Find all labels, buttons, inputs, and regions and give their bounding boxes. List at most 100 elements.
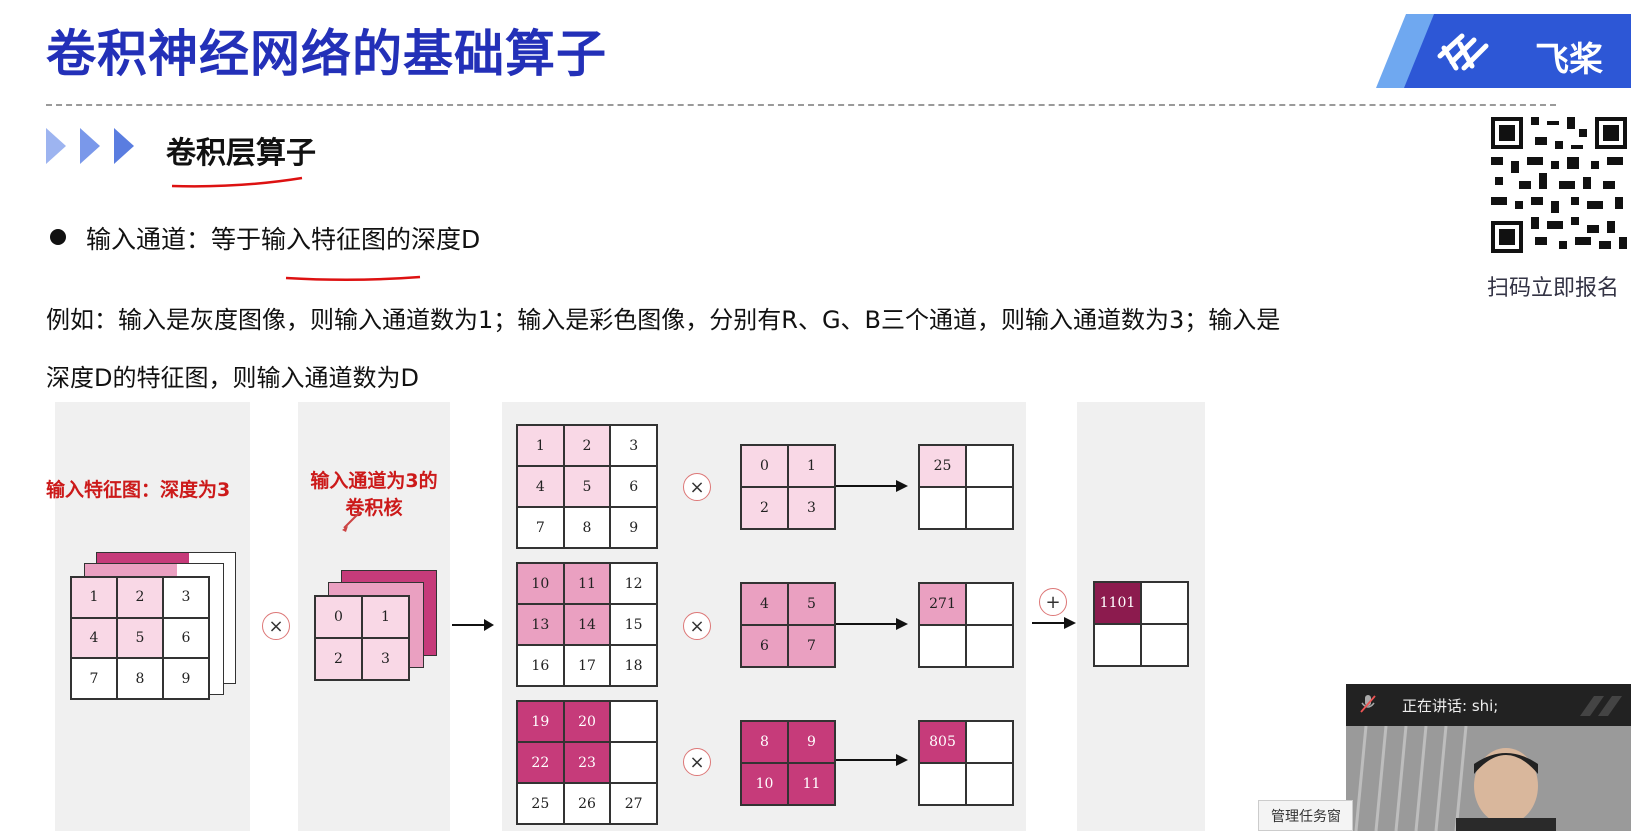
speaking-indicator: 正在讲话: shi; [1402, 697, 1499, 715]
k2-cell: 5 [788, 583, 835, 625]
input-cell: 1 [71, 577, 117, 618]
multiply-icon: × [683, 748, 711, 776]
ch2-cell: 15 [610, 604, 657, 645]
final-cell: 1101 [1094, 582, 1141, 624]
kernel-cell: 3 [362, 638, 409, 680]
annotation-underline [171, 176, 303, 188]
k3-cell: 10 [741, 763, 788, 805]
signal-icon [1580, 696, 1622, 716]
k1-cell: 0 [741, 445, 788, 487]
example-line-1: 例如：输入是灰度图像，则输入通道数为1；输入是彩色图像，分别有R、G、B三个通道… [46, 306, 1281, 334]
section-subtitle: 卷积层算子 [166, 136, 316, 171]
k2-cell: 6 [741, 625, 788, 667]
ch1-cell: 4 [517, 466, 564, 507]
k3-cell: 8 [741, 721, 788, 763]
arrow-right-icon [836, 618, 908, 630]
k3-cell: 9 [788, 721, 835, 763]
out1-cell: 25 [919, 445, 966, 487]
input-cell: 4 [71, 617, 117, 659]
input-cell: 6 [163, 617, 209, 659]
input-grid: 1 2 3 4 5 6 7 8 9 [70, 576, 210, 700]
k3-cell: 11 [788, 763, 835, 805]
out2-cell: 271 [919, 583, 966, 625]
out2-cell [966, 625, 1013, 667]
arrow-right-icon [836, 480, 908, 492]
ch1-cell: 6 [610, 466, 657, 507]
ch3-cell: 27 [610, 783, 657, 824]
output-1-grid: 25 [918, 444, 1014, 530]
channel-2-grid: 10 11 12 13 14 15 16 17 18 [516, 562, 658, 687]
final-cell [1141, 582, 1188, 624]
kernel-grid: 0 1 2 3 [314, 595, 410, 681]
ch3-cell: 20 [563, 701, 611, 742]
kernel-label: 输入通道为3的 卷积核 [300, 466, 448, 520]
multiply-icon: × [683, 612, 711, 640]
channel-3-grid: 19 20 22 23 25 26 27 [516, 700, 658, 825]
multiply-icon: × [262, 612, 290, 640]
ch3-cell: 22 [517, 742, 564, 783]
k2-cell: 4 [741, 583, 788, 625]
ch2-cell: 17 [563, 645, 611, 686]
final-cell [1141, 624, 1188, 666]
output-3-grid: 805 [918, 720, 1014, 806]
kernel-3-grid: 8 9 10 11 [740, 720, 836, 806]
slide-title: 卷积神经网络的基础算子 [46, 25, 607, 83]
k1-cell: 2 [741, 487, 788, 529]
out3-cell [966, 763, 1013, 805]
input-cell: 5 [117, 617, 163, 659]
kernel-2-grid: 4 5 6 7 [740, 582, 836, 668]
ch2-cell: 10 [517, 563, 564, 604]
arrow-right-icon [836, 754, 908, 766]
out1-cell [966, 487, 1013, 529]
out3-cell: 805 [919, 721, 966, 763]
ch3-cell [610, 742, 657, 783]
manage-tasks-button[interactable]: 管理任务窗 [1258, 800, 1353, 831]
speaker-video[interactable] [1346, 726, 1631, 831]
out3-cell [919, 763, 966, 805]
channel-1-grid: 1 2 3 4 5 6 7 8 9 [516, 424, 658, 549]
qr-caption: 扫码立即报名 [1487, 276, 1620, 301]
final-cell [1094, 624, 1141, 666]
pen-cursor-icon [342, 511, 361, 532]
ch3-cell: 19 [517, 701, 564, 742]
ch2-cell: 12 [610, 563, 657, 604]
final-output-grid: 1101 [1093, 581, 1189, 667]
bullet-text: 输入通道：等于输入特征图的深度D [86, 225, 481, 254]
input-cell: 2 [117, 577, 163, 618]
ch1-cell: 5 [563, 466, 611, 507]
ch1-cell: 9 [610, 507, 657, 548]
k1-cell: 3 [788, 487, 835, 529]
paddle-logo-banner: 飞桨 [1376, 14, 1631, 88]
ch1-cell: 8 [563, 507, 611, 548]
kernel-cell: 0 [315, 596, 362, 638]
ch1-cell: 3 [610, 425, 657, 466]
ch2-cell: 18 [610, 645, 657, 686]
ch2-cell: 11 [563, 563, 611, 604]
qr-code [1487, 110, 1631, 260]
ch3-cell [610, 701, 657, 742]
arrow-right-icon [1032, 617, 1076, 629]
example-line-2: 深度D的特征图，则输入通道数为D [46, 364, 419, 392]
out2-cell [966, 583, 1013, 625]
input-cell: 9 [163, 658, 209, 699]
paddle-logo-icon [1437, 33, 1489, 71]
kernel-cell: 2 [315, 638, 362, 680]
brand-name: 飞桨 [1535, 40, 1603, 80]
ch1-cell: 7 [517, 507, 564, 548]
annotation-underline-2 [285, 275, 421, 282]
arrow-right-icon [452, 619, 494, 631]
ch1-cell: 1 [517, 425, 564, 466]
kernel-cell: 1 [362, 596, 409, 638]
out2-cell [919, 625, 966, 667]
ch3-cell: 23 [563, 742, 611, 783]
mic-muted-icon[interactable] [1360, 694, 1376, 714]
k1-cell: 1 [788, 445, 835, 487]
ch2-cell: 16 [517, 645, 564, 686]
header-divider [46, 104, 1556, 106]
multiply-icon: × [683, 473, 711, 501]
k2-cell: 7 [788, 625, 835, 667]
kernel-label-line1: 输入通道为3的 [310, 470, 438, 492]
video-frame [1346, 726, 1631, 831]
ch3-cell: 25 [517, 783, 564, 824]
out3-cell [966, 721, 1013, 763]
